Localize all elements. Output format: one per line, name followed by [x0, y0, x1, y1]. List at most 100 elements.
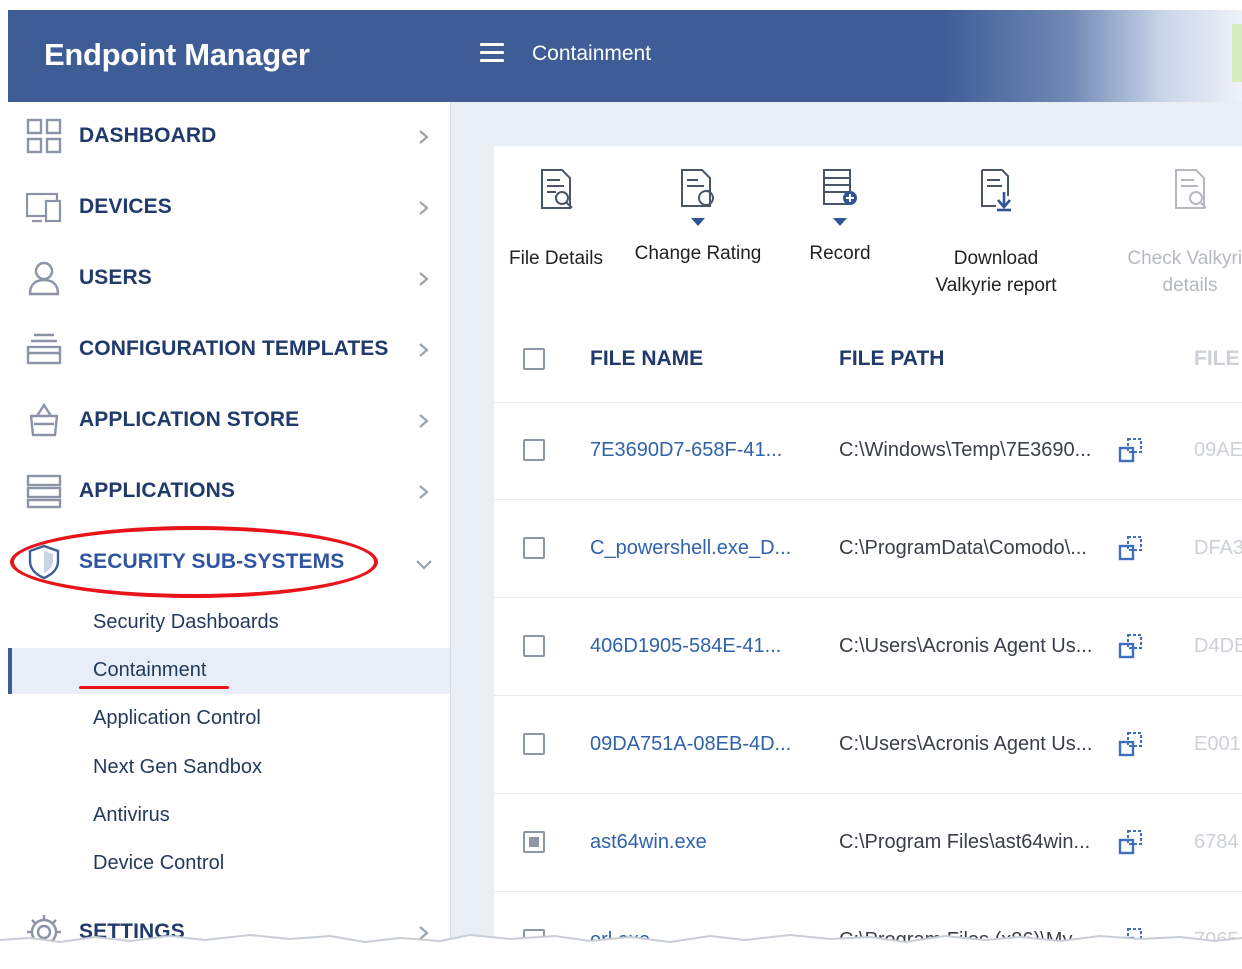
record-icon: [823, 169, 857, 205]
app-window: Endpoint Manager Containment DASHBOARD D…: [8, 10, 1242, 969]
file-hash: E001: [1194, 733, 1241, 755]
sidebar-subitem-next-gen-sandbox[interactable]: Next Gen Sandbox: [8, 745, 450, 791]
file-name-link[interactable]: 7E3690D7-658F-41...: [590, 439, 782, 462]
change-rating-icon: [681, 169, 714, 207]
row-checkbox[interactable]: [523, 439, 545, 461]
chevron-right-icon: [419, 130, 429, 144]
dropdown-caret-icon: [691, 218, 705, 226]
chevron-down-icon: [416, 560, 432, 570]
row-checkbox[interactable]: [523, 635, 545, 657]
dropdown-caret-icon: [833, 218, 847, 226]
table-row[interactable]: C_powershell.exe_D... C:\ProgramData\Com…: [494, 500, 1242, 598]
select-all-checkbox[interactable]: [523, 348, 545, 370]
row-checkbox[interactable]: [523, 831, 545, 853]
annotation-underline: [79, 686, 229, 689]
check-label-line1: Check Valkyrie: [1127, 248, 1242, 269]
sidebar-item-application-store[interactable]: APPLICATION STORE: [8, 386, 450, 456]
change-rating-label: Change Rating: [634, 243, 762, 264]
devices-icon: [26, 192, 62, 223]
file-path: C:\Users\Acronis Agent Us...: [839, 635, 1093, 657]
file-name-link[interactable]: ast64win.exe: [590, 831, 707, 854]
status-indicator: [1232, 24, 1242, 82]
row-checkbox[interactable]: [523, 733, 545, 755]
table-row[interactable]: 09DA751A-08EB-4D... C:\Users\Acronis Age…: [494, 696, 1242, 794]
sidebar-item-users[interactable]: USERS: [8, 244, 450, 314]
file-path: C:\Program Files\ast64win...: [839, 831, 1091, 853]
row-checkbox[interactable]: [523, 537, 545, 559]
sidebar-subitem-antivirus[interactable]: Antivirus: [8, 793, 450, 839]
dashboard-icon: [26, 118, 62, 154]
file-hash: DFA3: [1194, 537, 1242, 559]
copy-icon[interactable]: [1118, 436, 1146, 464]
chevron-right-icon: [419, 343, 429, 357]
applications-icon: [26, 474, 62, 509]
copy-icon[interactable]: [1118, 730, 1146, 758]
sidebar-subitem-device-control[interactable]: Device Control: [8, 841, 450, 887]
sidebar-subitem-label: Antivirus: [93, 804, 170, 826]
chevron-right-icon: [419, 485, 429, 499]
sidebar-subitem-label: Containment: [93, 659, 207, 681]
column-header-file[interactable]: FILE: [1194, 347, 1240, 371]
record-button[interactable]: Record: [803, 166, 877, 267]
chevron-right-icon: [419, 201, 429, 215]
record-label: Record: [809, 243, 871, 264]
chevron-right-icon: [419, 272, 429, 286]
file-path: C:\ProgramData\Comodo\...: [839, 537, 1087, 559]
table-row[interactable]: 7E3690D7-658F-41... C:\Windows\Temp\7E36…: [494, 402, 1242, 500]
check-label-line2: details: [1162, 275, 1218, 296]
copy-icon[interactable]: [1118, 534, 1146, 562]
sidebar-item-label: APPLICATION STORE: [79, 408, 300, 431]
copy-icon[interactable]: [1118, 828, 1146, 856]
sidebar-subitem-label: Application Control: [93, 707, 261, 729]
sidebar-subitem-application-control[interactable]: Application Control: [8, 696, 450, 742]
chevron-right-icon: [419, 414, 429, 428]
download-label-line1: Download: [953, 248, 1039, 269]
sidebar-item-label: USERS: [79, 266, 152, 289]
check-valkyrie-details-button[interactable]: Check Valkyrie details: [1116, 166, 1242, 299]
brand-bar: Endpoint Manager: [8, 10, 450, 102]
sidebar-subitem-label: Next Gen Sandbox: [93, 756, 262, 778]
sidebar-subitem-security-dashboards[interactable]: Security Dashboards: [8, 600, 450, 646]
sidebar-subitem-label: Security Dashboards: [93, 611, 279, 633]
sidebar-subitem-label: Device Control: [93, 852, 225, 874]
sidebar-item-label: DASHBOARD: [79, 124, 217, 147]
column-header-file-path[interactable]: FILE PATH: [839, 347, 944, 371]
download-valkyrie-label: Download Valkyrie report: [926, 245, 1066, 299]
download-valkyrie-report-button[interactable]: Download Valkyrie report: [926, 166, 1066, 299]
shield-icon: [28, 544, 60, 580]
store-icon: [29, 402, 59, 437]
file-name-link[interactable]: 406D1905-584E-41...: [590, 635, 781, 658]
sidebar-item-configuration-templates[interactable]: CONFIGURATION TEMPLATES: [8, 315, 450, 385]
download-icon: [981, 169, 1011, 212]
check-valkyrie-label: Check Valkyrie details: [1116, 245, 1242, 299]
file-path: C:\Windows\Temp\7E3690...: [839, 439, 1092, 461]
sidebar-subitem-containment[interactable]: Containment: [8, 648, 450, 694]
sidebar-item-label: CONFIGURATION TEMPLATES: [79, 337, 389, 360]
sidebar: DASHBOARD DEVICES USERS CONFIGURATION TE…: [8, 102, 451, 969]
containment-panel: File Details Change Rating Record Downlo…: [494, 146, 1242, 969]
hamburger-menu-icon[interactable]: [480, 43, 504, 67]
change-rating-button[interactable]: Change Rating: [632, 166, 764, 267]
sidebar-item-label: APPLICATIONS: [79, 479, 235, 502]
file-details-button[interactable]: File Details: [508, 166, 604, 272]
file-name-link[interactable]: 09DA751A-08EB-4D...: [590, 733, 791, 756]
top-bar: Containment: [450, 10, 1242, 102]
sidebar-item-security-sub-systems[interactable]: SECURITY SUB-SYSTEMS: [8, 528, 450, 598]
torn-edge-decoration: [0, 933, 1242, 969]
file-hash: 09AE: [1194, 439, 1242, 461]
sidebar-item-devices[interactable]: DEVICES: [8, 173, 450, 243]
file-hash: D4DE: [1194, 635, 1242, 657]
file-details-icon: [541, 169, 573, 209]
file-name-link[interactable]: C_powershell.exe_D...: [590, 537, 791, 560]
sidebar-item-label: DEVICES: [79, 195, 172, 218]
sidebar-item-applications[interactable]: APPLICATIONS: [8, 457, 450, 527]
user-icon: [28, 261, 60, 296]
file-hash: 6784: [1194, 831, 1239, 853]
table-row[interactable]: 406D1905-584E-41... C:\Users\Acronis Age…: [494, 598, 1242, 696]
column-header-file-name[interactable]: FILE NAME: [590, 347, 703, 371]
templates-icon: [26, 333, 62, 365]
copy-icon[interactable]: [1118, 632, 1146, 660]
sidebar-item-dashboard[interactable]: DASHBOARD: [8, 102, 450, 172]
table-header: FILE NAME FILE PATH FILE: [494, 306, 1242, 403]
table-row[interactable]: ast64win.exe C:\Program Files\ast64win..…: [494, 794, 1242, 892]
